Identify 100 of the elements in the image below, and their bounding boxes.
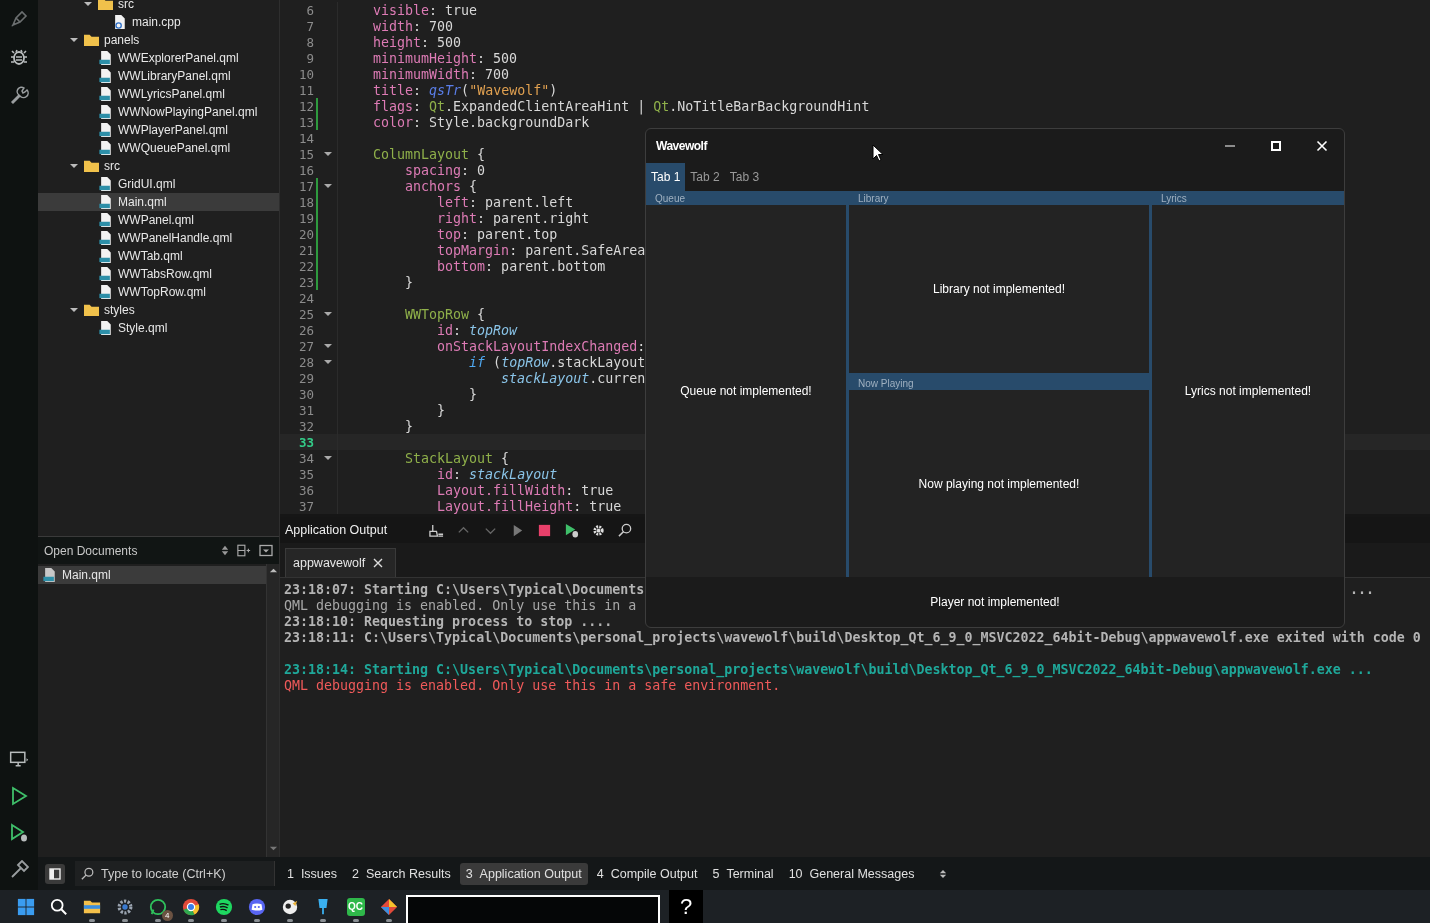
output-pane-tab[interactable]: 3 Application Output: [459, 862, 588, 885]
tab[interactable]: Tab 1: [646, 163, 686, 191]
tree-item[interactable]: main.cpp: [38, 13, 279, 31]
run-icon[interactable]: [9, 786, 29, 806]
stop-icon[interactable]: [537, 522, 553, 538]
fold-arrow-icon[interactable]: [324, 311, 332, 317]
sound-waves-icon[interactable]: [214, 897, 233, 916]
running-indicator: [352, 919, 359, 922]
tree-item[interactable]: WWPlayerPanel.qml: [38, 121, 279, 139]
output-pane-tab[interactable]: 1 Issues: [281, 862, 344, 885]
tree-item[interactable]: WWLibraryPanel.qml: [38, 67, 279, 85]
output-pane-tab[interactable]: 4 Compile Output: [590, 862, 704, 885]
tree-item[interactable]: WWPanelHandle.qml: [38, 229, 279, 247]
folder-icon: [84, 159, 99, 173]
monitor-icon[interactable]: [9, 749, 29, 769]
tree-item[interactable]: panels: [38, 31, 279, 49]
window-preview[interactable]: [406, 895, 660, 923]
tree-item[interactable]: WWTopRow.qml: [38, 283, 279, 301]
file-icon: [98, 249, 113, 263]
tree-item[interactable]: WWTab.qml: [38, 247, 279, 265]
pen-icon[interactable]: [9, 9, 29, 29]
fold-arrow-icon[interactable]: [324, 455, 332, 461]
help-button[interactable]: ?: [669, 890, 703, 923]
tree-item[interactable]: GridUI.qml: [38, 175, 279, 193]
ring-logo-icon[interactable]: [181, 897, 200, 916]
line-number: 17: [297, 178, 315, 194]
bug-icon[interactable]: [9, 47, 29, 67]
line-number: 30: [297, 386, 315, 402]
game-controller-icon[interactable]: [247, 897, 266, 916]
line-number: 22: [297, 258, 315, 274]
tree-item[interactable]: Main.qml: [38, 193, 279, 211]
code-line: ColumnLayout {: [372, 146, 486, 162]
line-number: 12: [297, 98, 315, 114]
tree-item[interactable]: src: [38, 0, 279, 13]
document-item[interactable]: Main.qml: [38, 566, 266, 584]
tree-item[interactable]: WWQueuePanel.qml: [38, 139, 279, 157]
fold-arrow-icon[interactable]: [324, 343, 332, 349]
fold-arrow-icon[interactable]: [324, 359, 332, 365]
folder-icon: [84, 303, 99, 317]
debug-run-icon[interactable]: [564, 522, 580, 538]
output-pane-tab[interactable]: 5 Terminal: [706, 862, 780, 885]
close-icon[interactable]: [373, 558, 384, 568]
split-add-icon[interactable]: [237, 544, 251, 557]
tree-item[interactable]: WWLyricsPanel.qml: [38, 85, 279, 103]
chat-bubble-icon[interactable]: [148, 897, 167, 916]
hammer-icon[interactable]: [9, 860, 29, 880]
line-number: 18: [297, 194, 315, 210]
output-tab[interactable]: appwavewolf: [285, 548, 397, 577]
scrollbar[interactable]: [266, 564, 279, 857]
debug-run-icon[interactable]: [9, 823, 29, 843]
mouse-pointer-icon: [872, 144, 884, 162]
tree-item[interactable]: src: [38, 157, 279, 175]
code-line: minimumWidth: 700: [372, 66, 510, 82]
code-line: }: [468, 386, 478, 402]
tree-item[interactable]: styles: [38, 301, 279, 319]
output-pane-tab[interactable]: 2 Search Results: [346, 862, 457, 885]
tab[interactable]: Tab 3: [724, 163, 765, 191]
diamond-icon[interactable]: [379, 897, 398, 916]
search-icon[interactable]: [49, 897, 68, 916]
fold-arrow-icon[interactable]: [324, 183, 332, 189]
line-number: 32: [297, 418, 315, 434]
fold-arrow-icon[interactable]: [324, 151, 332, 157]
line-number: 15: [297, 146, 315, 162]
sidebar-toggle-icon[interactable]: [45, 863, 65, 884]
tree-item[interactable]: Style.qml: [38, 319, 279, 337]
log-line: 23:18:14: Starting C:\Users\Typical\Documents\personal_projects\wavewolf\build\Desktop_Qt_6_9_0_MSVC2022_64bit-Debug\appwavewolf.exe ...: [284, 661, 1373, 677]
placeholder-message: Player not implemented!: [930, 595, 1060, 609]
tree-item[interactable]: WWPanel.qml: [38, 211, 279, 229]
line-number: 36: [297, 482, 315, 498]
tree-item[interactable]: WWNowPlayingPanel.qml: [38, 103, 279, 121]
broom-icon[interactable]: [429, 522, 445, 538]
expanded-arrow-icon[interactable]: [70, 306, 78, 314]
search-icon[interactable]: [618, 522, 634, 538]
wrench-icon[interactable]: [9, 85, 29, 105]
line-number: 35: [297, 466, 315, 482]
gear-icon[interactable]: [115, 897, 134, 916]
line-number: 37: [297, 498, 315, 514]
settings-icon[interactable]: [591, 522, 607, 538]
tab[interactable]: Tab 2: [685, 163, 725, 191]
scroll-down-icon[interactable]: [268, 844, 278, 853]
expanded-arrow-icon[interactable]: [70, 162, 78, 170]
code-line: height: 500: [372, 34, 462, 50]
code-line: StackLayout {: [404, 450, 510, 466]
placeholder-message: Now playing not implemented!: [918, 476, 1080, 491]
expanded-arrow-icon[interactable]: [70, 36, 78, 44]
code-line: spacing: 0: [404, 162, 486, 178]
code-line: id: stackLayout: [436, 466, 558, 482]
maximize-icon[interactable]: [1270, 140, 1282, 152]
tree-item[interactable]: WWExplorerPanel.qml: [38, 49, 279, 67]
close-pane-icon[interactable]: [259, 544, 273, 557]
sort-arrows-icon[interactable]: [221, 544, 229, 557]
up-down-arrows-icon[interactable]: [939, 867, 948, 880]
four-squares-icon[interactable]: [16, 897, 35, 916]
bird-icon[interactable]: [280, 897, 299, 916]
tree-item[interactable]: WWTabsRow.qml: [38, 265, 279, 283]
expanded-arrow-icon[interactable]: [84, 0, 92, 8]
line-number: 25: [297, 306, 315, 322]
running-indicator: [154, 919, 161, 922]
scroll-up-icon[interactable]: [268, 566, 278, 575]
output-pane-tab[interactable]: 10 General Messages: [782, 862, 921, 885]
